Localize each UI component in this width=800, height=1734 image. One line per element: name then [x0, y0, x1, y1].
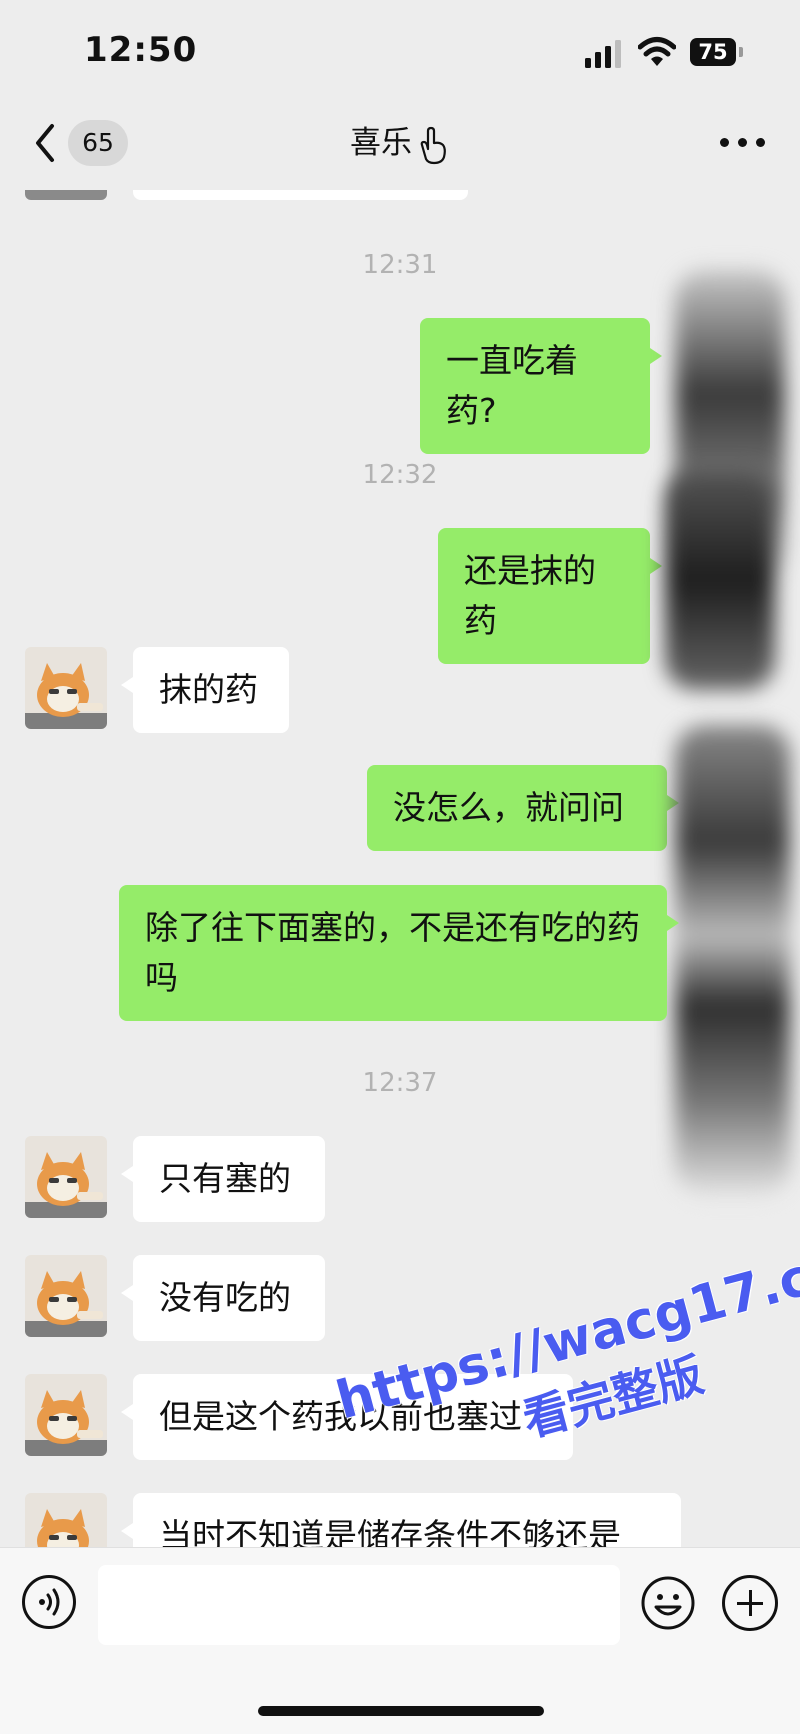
message-bubble-partial: [133, 190, 468, 200]
avatar[interactable]: [25, 1255, 107, 1337]
battery-level: 75: [690, 38, 736, 66]
hand-icon: [420, 126, 446, 164]
blurred-avatar: [675, 725, 790, 1195]
cat-avatar-icon: [25, 1152, 107, 1218]
emoji-icon[interactable]: [640, 1575, 696, 1631]
cat-avatar-icon: [25, 663, 107, 729]
outgoing-message[interactable]: 一直吃着药?: [420, 318, 662, 454]
chat-title: 喜乐: [0, 118, 800, 168]
avatar[interactable]: [25, 1136, 107, 1218]
chat-title-text: 喜乐: [350, 125, 412, 161]
avatar[interactable]: [25, 1493, 107, 1547]
more-dots-icon[interactable]: [720, 138, 766, 150]
timestamp: 12:37: [362, 1068, 438, 1098]
blurred-avatar: [665, 470, 775, 690]
avatar[interactable]: [25, 647, 107, 729]
timestamp: 12:31: [362, 250, 438, 280]
home-indicator[interactable]: [258, 1706, 544, 1716]
outgoing-message[interactable]: 还是抹的药: [438, 528, 662, 664]
incoming-message[interactable]: 没有吃的: [121, 1255, 325, 1341]
wifi-icon: [638, 37, 676, 66]
incoming-message[interactable]: 只有塞的: [121, 1136, 325, 1222]
voice-icon[interactable]: [22, 1575, 76, 1629]
status-time: 12:50: [84, 30, 198, 70]
cat-avatar-icon: [25, 1271, 107, 1337]
cellular-signal-icon: [585, 40, 621, 68]
cat-avatar-icon: [37, 1509, 89, 1547]
outgoing-message[interactable]: 没怎么，就问问: [367, 765, 679, 851]
battery-icon: 75: [690, 38, 744, 68]
message-input[interactable]: [98, 1565, 620, 1645]
status-bar: 12:50 75: [0, 0, 800, 100]
incoming-message[interactable]: 抹的药: [121, 647, 289, 733]
plus-icon[interactable]: [722, 1575, 778, 1631]
avatar: [25, 190, 107, 200]
cat-avatar-icon: [25, 1390, 107, 1456]
avatar[interactable]: [25, 1374, 107, 1456]
outgoing-message[interactable]: 除了往下面塞的，不是还有吃的药吗: [119, 885, 679, 1021]
